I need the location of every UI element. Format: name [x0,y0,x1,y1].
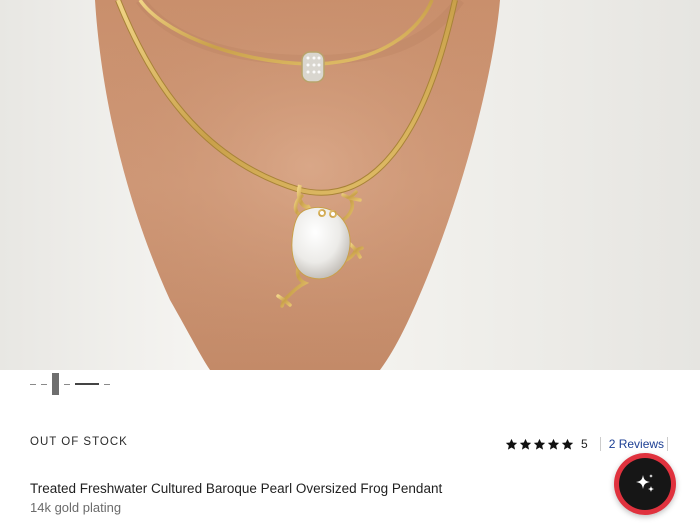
star-icon [505,438,518,450]
carousel-dot-active[interactable] [52,373,59,395]
star-icon [533,438,546,450]
star-icon [547,438,560,450]
stock-status: OUT OF STOCK [30,436,128,448]
reviews-link[interactable]: 2 Reviews [599,437,669,451]
product-subtitle: 14k gold plating [30,500,122,515]
product-image[interactable] [0,0,700,370]
product-rating[interactable]: 5 2 Reviews [505,437,669,451]
carousel-dot[interactable] [41,383,47,385]
rating-count: 5 [581,437,588,451]
rating-stars [505,438,574,451]
ai-assistant-inner [619,458,671,510]
carousel-indicator[interactable] [30,373,110,395]
carousel-dot[interactable] [75,383,99,385]
star-icon [519,438,532,450]
carousel-dot[interactable] [30,383,36,385]
sparkle-icon [636,474,654,492]
carousel-dot[interactable] [104,383,110,385]
product-page: OUT OF STOCK 5 2 Reviews Treated Freshwa… [0,0,700,525]
ai-assistant-button[interactable] [614,453,676,515]
product-title: Treated Freshwater Cultured Baroque Pear… [30,481,443,496]
product-photo [0,0,700,370]
carousel-dot[interactable] [64,383,70,385]
star-icon [561,438,574,450]
